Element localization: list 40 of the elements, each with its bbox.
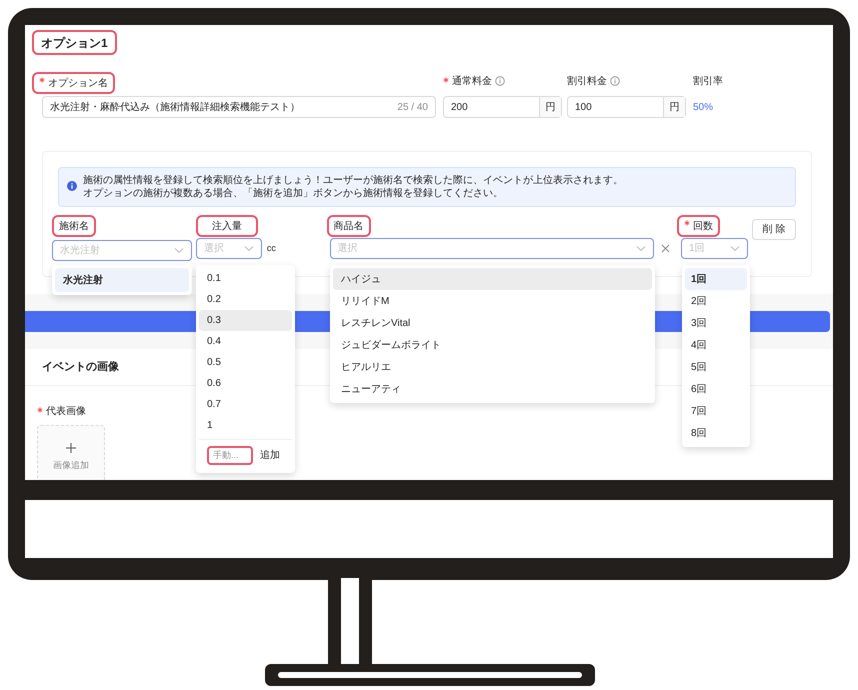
field-label: 施術名 [52, 215, 96, 237]
number-input-field[interactable]: 200 円 [443, 96, 562, 118]
unit-label: cc [266, 242, 276, 255]
chevron-down-icon [244, 245, 254, 252]
field-label: 商品名 [326, 215, 371, 237]
manual-input-field[interactable]: 手動... [207, 446, 253, 464]
dropdown-option[interactable]: 1回 [685, 268, 747, 290]
section-heading: イベントの画像 [42, 360, 119, 375]
delete-button[interactable]: 削 除 [752, 219, 796, 240]
add-link[interactable]: 追加 [260, 448, 280, 462]
alert-text: オプションの施術が複数ある場合、「施術を追加」ボタンから施術情報を登録してください。 [83, 187, 504, 200]
info-icon [610, 76, 620, 86]
plus-icon [66, 443, 76, 453]
chevron-down-icon [730, 245, 740, 252]
chevron-down-icon [636, 245, 646, 252]
dropdown-option[interactable]: ハイジュ [333, 268, 652, 290]
chevron-down-icon [174, 247, 184, 254]
discount-rate-value: 50% [693, 100, 714, 114]
section-title: オプション1 [32, 30, 117, 55]
input-value: 200 [450, 100, 469, 114]
info-icon [495, 76, 505, 86]
dropdown-option[interactable]: 0.3 [199, 310, 292, 331]
character-counter: 25 / 40 [397, 100, 428, 114]
input-value: 水光注射・麻酔代込み（施術情報詳細検索機能テスト） [50, 100, 300, 114]
field-label: 注入量 [196, 215, 258, 237]
info-icon [67, 181, 77, 191]
input-value: 100 [574, 100, 593, 114]
number-input-field[interactable]: 100 円 [567, 96, 686, 118]
clear-icon [660, 244, 670, 253]
field-label: オプション名 [32, 72, 115, 94]
unit-addon: 円 [663, 97, 685, 117]
field-label: 回数 [677, 215, 720, 237]
field-label: 割引料金 [567, 74, 607, 88]
unit-addon: 円 [539, 97, 561, 117]
text-input-field[interactable]: 水光注射・麻酔代込み（施術情報詳細検索機能テスト） 25 / 40 [42, 96, 436, 118]
field-label: 通常料金 [452, 74, 492, 88]
field-label: 割引率 [693, 74, 723, 88]
alert-text: 施術の属性情報を登録して検索順位を上げましょう！ユーザーが施術名で検索した際に、イベントが上位表示されます。 [83, 174, 623, 187]
field-label: 代表画像 [46, 404, 86, 419]
dropdown-option[interactable]: 水光注射 [55, 268, 189, 292]
